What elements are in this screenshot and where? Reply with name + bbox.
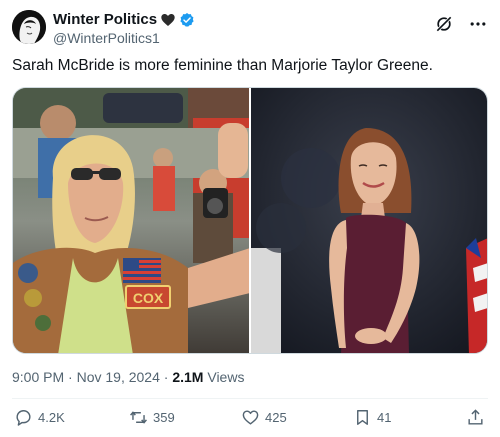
cox-patch-text: COX — [133, 290, 164, 306]
share-icon — [468, 409, 483, 425]
tweet-text: Sarah McBride is more feminine than Marj… — [12, 57, 433, 74]
views-count: 2.1M — [172, 369, 204, 385]
repost-button[interactable]: 359 — [129, 408, 175, 427]
action-bar: 4.2K 359 425 41 — [12, 408, 488, 432]
photo-left[interactable]: COX — [13, 88, 249, 353]
handle[interactable]: @WinterPolitics1 — [53, 29, 195, 47]
divider — [12, 398, 488, 399]
tweet-header: Winter Politics @WinterPolitics1 — [12, 10, 488, 46]
bookmark-icon — [357, 410, 368, 425]
meta-separator: · — [68, 369, 73, 385]
black-heart-icon — [161, 14, 175, 26]
bookmark-count: 41 — [377, 410, 392, 425]
reply-count: 4.2K — [38, 410, 65, 425]
tweet-media[interactable]: COX — [12, 87, 488, 354]
author-names: Winter Politics @WinterPolitics1 — [53, 11, 195, 47]
tweet-date[interactable]: Nov 19, 2024 — [77, 369, 160, 385]
display-name-row[interactable]: Winter Politics — [53, 11, 195, 29]
header-icons — [434, 14, 488, 34]
display-name[interactable]: Winter Politics — [53, 11, 157, 29]
verified-badge-icon[interactable] — [179, 12, 195, 28]
reply-button[interactable]: 4.2K — [14, 408, 65, 427]
meta-separator: · — [163, 369, 169, 385]
like-heart-icon — [242, 410, 259, 425]
repost-icon — [130, 411, 147, 424]
views-label: Views — [207, 369, 245, 385]
avatar[interactable] — [12, 10, 46, 44]
like-button[interactable]: 425 — [241, 408, 287, 427]
more-options-icon[interactable] — [468, 14, 488, 34]
bookmark-button[interactable]: 41 — [353, 408, 391, 427]
photo-right[interactable] — [251, 88, 487, 353]
grok-icon[interactable] — [434, 14, 454, 34]
tweet-meta: 9:00 PM · Nov 19, 2024 · 2.1M Views — [12, 369, 244, 385]
like-count: 425 — [265, 410, 287, 425]
tweet-time[interactable]: 9:00 PM — [12, 369, 64, 385]
share-button[interactable] — [466, 408, 485, 427]
reply-icon — [16, 410, 31, 426]
repost-count: 359 — [153, 410, 175, 425]
